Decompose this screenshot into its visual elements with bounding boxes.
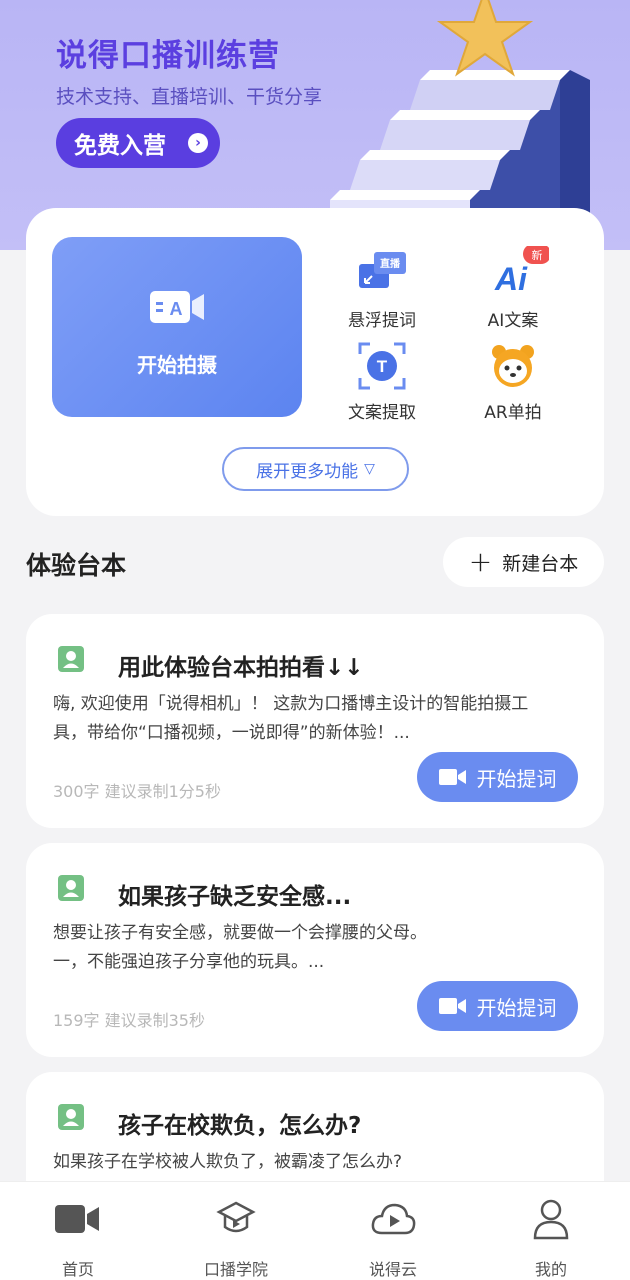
join-camp-label: 免费入营 [74, 133, 166, 159]
feature-label: 悬浮提词 [348, 311, 416, 331]
chevron-right-icon: › [188, 133, 208, 153]
script-card[interactable]: 用此体验台本拍拍看↓↓ 嗨, 欢迎使用「说得相机」！ 这款为口播博主设计的智能拍… [26, 614, 604, 828]
bottom-nav: 首页 口播学院 说得云 我的 [0, 1181, 630, 1280]
user-icon [491, 1196, 611, 1242]
text-extract-icon: T [354, 338, 410, 394]
video-camera-icon [438, 769, 466, 785]
live-badge-text: 直播 [380, 257, 401, 270]
script-line: 具，带给你“口播视频，一说即得”的新体验！... [53, 723, 410, 743]
user-avatar-icon [58, 646, 84, 672]
script-meta: 159字 建议录制35秒 [53, 1011, 205, 1030]
script-preview: 嗨, 欢迎使用「说得相机」！ 这款为口播博主设计的智能拍摄工 具，带给你“口播视… [53, 690, 583, 748]
script-line: 如果孩子在学校被人欺负了，被霸凌了怎么办? [53, 1152, 403, 1172]
expand-label: 展开更多功能 [256, 461, 359, 482]
script-line: 想要让孩子有安全感，就要做一个会撑腰的父母。 [53, 923, 427, 943]
start-prompter-button[interactable]: 开始提词 [417, 752, 578, 802]
svg-text:A: A [170, 299, 183, 319]
feature-card: A 开始拍摄 直播 悬浮提词 Ai 新 AI文案 T 文案提取 AR单拍 展开更… [26, 208, 604, 516]
expand-more-features-button[interactable]: 展开更多功能 ▽ [222, 447, 409, 491]
script-preview: 如果孩子在学校被人欺负了，被霸凌了怎么办? [53, 1148, 583, 1177]
svg-text:Ai: Ai [494, 261, 528, 297]
nav-mine[interactable]: 我的 [491, 1182, 611, 1280]
feature-float-prompter[interactable]: 直播 悬浮提词 [317, 246, 447, 331]
script-title: 如果孩子缺乏安全感... [118, 884, 352, 910]
script-meta: 300字 建议录制1分5秒 [53, 782, 221, 801]
feature-ai-copy[interactable]: Ai 新 AI文案 [448, 244, 578, 331]
script-card[interactable]: 如果孩子缺乏安全感... 想要让孩子有安全感，就要做一个会撑腰的父母。 一，不能… [26, 843, 604, 1057]
feature-label: AI文案 [487, 311, 539, 331]
cloud-play-icon [333, 1196, 453, 1242]
video-camera-icon [18, 1196, 138, 1242]
plus-icon: + [468, 545, 493, 578]
script-title: 用此体验台本拍拍看↓↓ [118, 655, 364, 681]
new-script-label: 新建台本 [502, 552, 579, 575]
new-script-button[interactable]: + 新建台本 [443, 537, 604, 587]
script-title: 孩子在校欺负，怎么办? [118, 1113, 362, 1139]
nav-label: 我的 [534, 1260, 567, 1279]
script-line: 嗨, 欢迎使用「说得相机」！ 这款为口播博主设计的智能拍摄工 [53, 694, 529, 714]
nav-academy[interactable]: 口播学院 [176, 1182, 296, 1280]
script-line: 一，不能强迫孩子分享他的玩具。... [53, 952, 325, 972]
feature-text-extract[interactable]: T 文案提取 [317, 338, 447, 423]
section-title: 体验台本 [26, 551, 127, 580]
chevron-down-icon: ▽ [364, 461, 375, 477]
join-camp-button[interactable]: 免费入营 › [56, 118, 220, 168]
feature-label: AR单拍 [484, 403, 542, 423]
nav-label: 口播学院 [203, 1260, 268, 1279]
start-shooting-button[interactable]: A 开始拍摄 [52, 237, 302, 417]
user-avatar-icon [58, 875, 84, 901]
script-preview: 想要让孩子有安全感，就要做一个会撑腰的父母。 一，不能强迫孩子分享他的玩具。..… [53, 919, 583, 977]
live-float-icon: 直播 [354, 246, 410, 302]
graduation-cap-icon [176, 1196, 296, 1242]
banner-title: 说得口播训练营 [56, 38, 280, 74]
t-glyph: T [377, 357, 388, 376]
nav-label: 首页 [61, 1260, 94, 1279]
banner-subtitle: 技术支持、直播培训、干货分享 [56, 86, 323, 108]
start-shooting-label: 开始拍摄 [137, 353, 217, 377]
user-avatar-icon [58, 1104, 84, 1130]
video-camera-icon [438, 998, 466, 1014]
feature-ar-single[interactable]: AR单拍 [448, 338, 578, 423]
panda-icon [485, 338, 541, 394]
start-prompter-label: 开始提词 [476, 995, 557, 1020]
feature-label: 文案提取 [348, 403, 416, 423]
new-badge: 新 [532, 248, 543, 262]
nav-home[interactable]: 首页 [18, 1182, 138, 1280]
start-prompter-label: 开始提词 [476, 766, 557, 791]
start-prompter-button[interactable]: 开始提词 [417, 981, 578, 1031]
nav-label: 说得云 [368, 1260, 417, 1279]
ai-icon: Ai 新 [485, 244, 551, 302]
camera-a-icon: A [150, 291, 204, 323]
nav-cloud[interactable]: 说得云 [333, 1182, 453, 1280]
